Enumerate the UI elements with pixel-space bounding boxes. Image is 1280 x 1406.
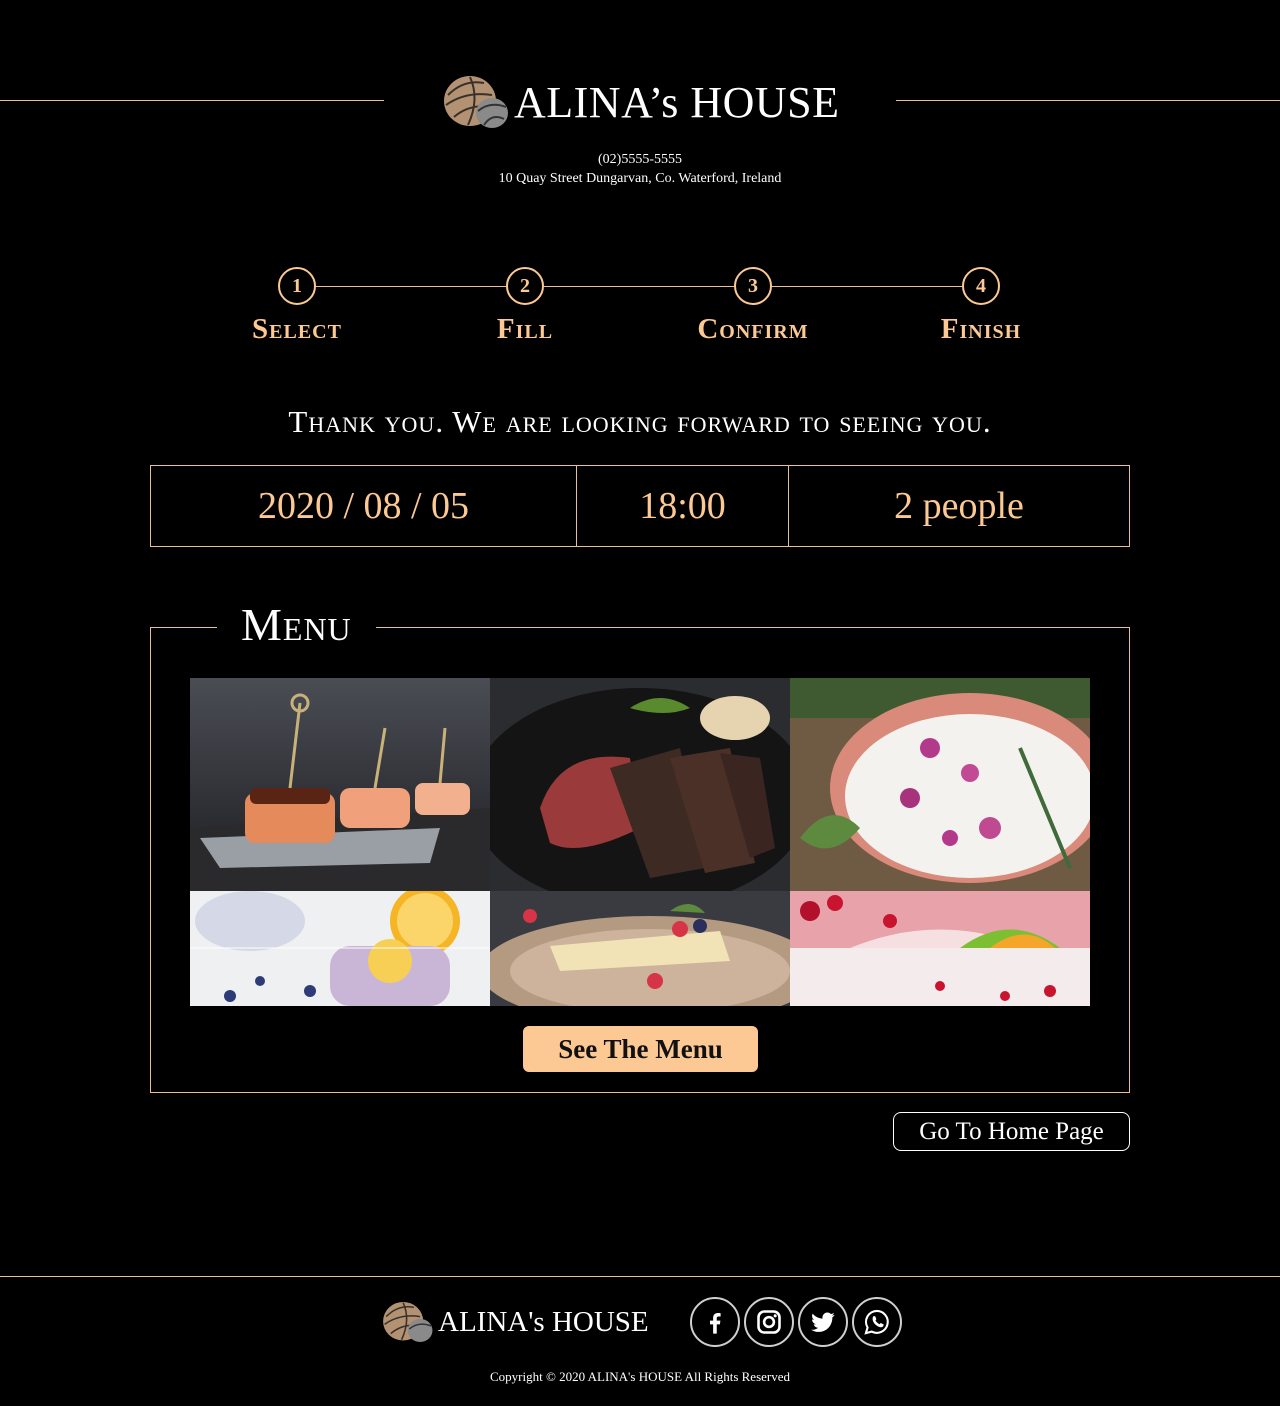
footer-divider <box>0 1276 1280 1277</box>
step-label: Select <box>252 313 342 345</box>
step-number: 3 <box>734 267 772 305</box>
salmon-skewers-image <box>190 678 490 891</box>
cheesecake-image <box>490 891 790 1006</box>
step-number: 2 <box>506 267 544 305</box>
see-menu-button[interactable]: See The Menu <box>523 1026 758 1072</box>
step-fill: 2 Fill <box>425 266 625 346</box>
address: 10 Quay Street Dungarvan, Co. Waterford,… <box>498 171 782 186</box>
header-divider-left <box>0 100 384 101</box>
step-select: 1 Select <box>197 266 397 346</box>
instagram-link[interactable] <box>744 1297 794 1347</box>
twitter-link[interactable] <box>798 1297 848 1347</box>
contact-info: (02)5555-5555 10 Quay Street Dungarvan, … <box>0 150 1280 188</box>
twitter-icon <box>811 1312 835 1332</box>
step-label: Fill <box>496 313 554 345</box>
facebook-link[interactable] <box>690 1297 740 1347</box>
brand-logo[interactable]: ALINA’s HOUSE <box>440 72 840 132</box>
go-home-button[interactable]: Go To Home Page <box>893 1112 1130 1151</box>
reservation-time: 18:00 <box>577 466 789 546</box>
thank-you-message: Thank you. We are looking forward to see… <box>288 404 992 439</box>
footer-brand-name: ALINA's HOUSE <box>438 1305 649 1338</box>
menu-gallery <box>190 678 1090 1006</box>
brand-name: ALINA’s HOUSE <box>514 77 840 127</box>
step-number: 4 <box>962 267 1000 305</box>
progress-steps: 1 Select 2 Fill 3 Confirm 4 Finish <box>0 266 1280 356</box>
menu-title: Menu <box>217 598 376 651</box>
shell-logo-icon <box>383 1301 433 1343</box>
header-divider-right <box>896 100 1280 101</box>
step-finish: 4 Finish <box>881 266 1081 346</box>
steps-connector-line <box>297 286 982 287</box>
footer-brand[interactable]: ALINA's HOUSE <box>380 1298 649 1346</box>
whatsapp-link[interactable] <box>852 1297 902 1347</box>
shell-logo-icon <box>444 76 508 128</box>
step-confirm: 3 Confirm <box>653 266 853 346</box>
instagram-icon <box>757 1310 781 1334</box>
yogurt-soup-image <box>790 678 1090 891</box>
sliced-steak-image <box>490 678 790 891</box>
whatsapp-icon <box>864 1309 889 1335</box>
copyright-text: Copyright © 2020 ALINA's HOUSE All Right… <box>489 1369 791 1384</box>
lemon-berry-drinks-image <box>190 891 490 1006</box>
reservation-people: 2 people <box>894 485 1024 527</box>
site-header: ALINA’s HOUSE (02)5555-5555 10 Quay Stre… <box>0 0 1280 200</box>
social-links <box>690 1297 902 1347</box>
facebook-icon <box>709 1313 721 1334</box>
menu-section: Menu See The Menu <box>150 598 1130 1093</box>
reservation-summary: 2020 / 08 / 05 18:00 2 people <box>150 465 1130 547</box>
step-label: Finish <box>940 313 1022 345</box>
cranberry-cocktail-image <box>790 891 1090 1006</box>
step-number: 1 <box>278 267 316 305</box>
step-label: Confirm <box>697 313 809 345</box>
phone-number: (02)5555-5555 <box>598 152 682 167</box>
reservation-date: 2020 / 08 / 05 <box>151 466 577 546</box>
